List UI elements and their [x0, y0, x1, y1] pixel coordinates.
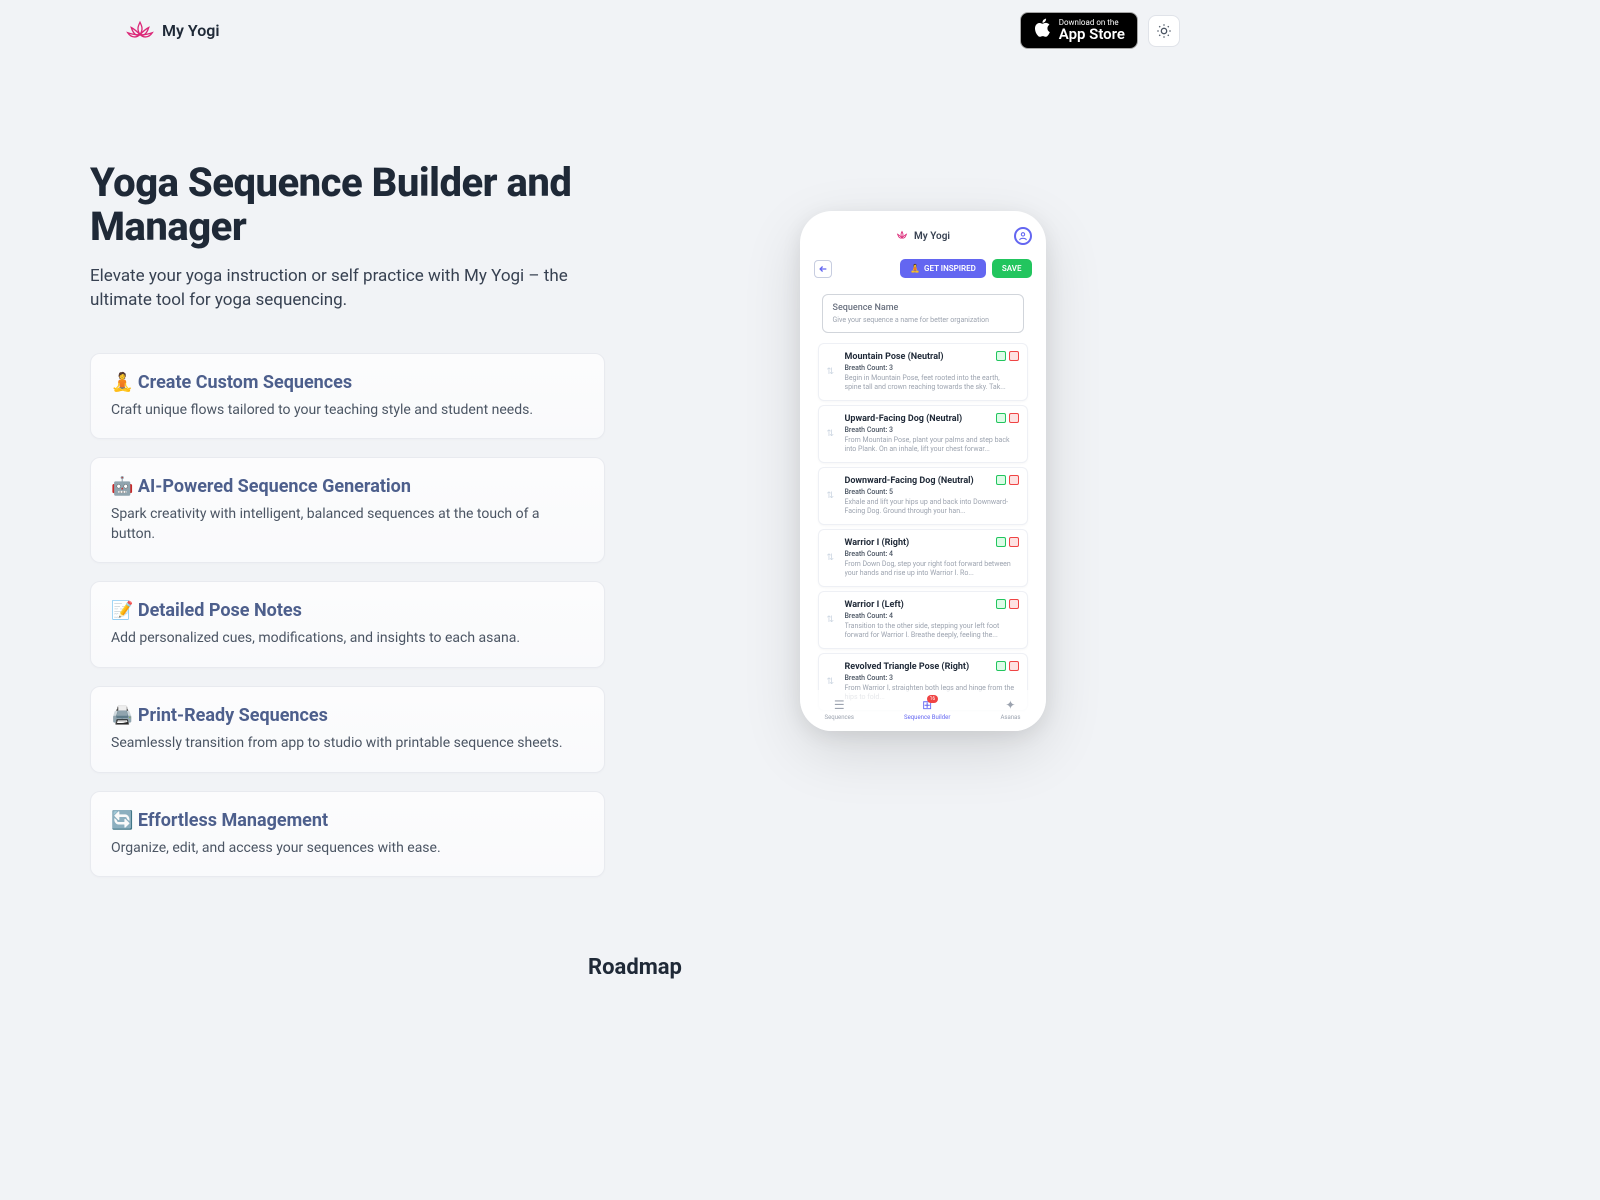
pose-desc: From Down Dog, step your right foot forw… — [845, 560, 1017, 578]
delete-icon[interactable] — [1009, 599, 1019, 609]
hero-subtitle: Elevate your yoga instruction or self pr… — [90, 265, 605, 313]
builder-icon: ⊞16 — [922, 698, 932, 712]
drag-handle-icon[interactable]: ⇅ — [827, 615, 835, 625]
pose-card[interactable]: ⇅ Warrior I (Left) Breath Count: 4 Trans… — [818, 591, 1028, 649]
list-icon: ☰ — [834, 698, 845, 712]
hero-title: Yoga Sequence Builder and Manager — [90, 161, 605, 249]
apple-icon — [1033, 18, 1051, 43]
get-inspired-button[interactable]: 🧘 GET INSPIRED — [900, 259, 986, 278]
pose-breath: Breath Count: 3 — [845, 674, 1017, 682]
nav-label: Sequences — [825, 714, 854, 721]
note-icon[interactable] — [996, 599, 1006, 609]
nav-sequences[interactable]: ☰ Sequences — [825, 698, 854, 721]
pose-name: Warrior I (Right) — [845, 538, 1017, 548]
drag-handle-icon[interactable]: ⇅ — [827, 553, 835, 563]
delete-icon[interactable] — [1009, 413, 1019, 423]
pose-card[interactable]: ⇅ Upward-Facing Dog (Neutral) Breath Cou… — [818, 405, 1028, 463]
nav-badge: 16 — [927, 695, 939, 703]
feature-desc: Craft unique flows tailored to your teac… — [111, 401, 584, 421]
pose-breath: Breath Count: 4 — [845, 550, 1017, 558]
app-store-large-text: App Store — [1059, 27, 1125, 42]
pose-desc: Begin in Mountain Pose, feet rooted into… — [845, 374, 1017, 392]
pose-card[interactable]: ⇅ Warrior I (Right) Breath Count: 4 From… — [818, 529, 1028, 587]
brand-name: My Yogi — [162, 21, 220, 40]
pose-breath: Breath Count: 4 — [845, 612, 1017, 620]
theme-toggle-button[interactable] — [1148, 15, 1180, 47]
drag-handle-icon[interactable]: ⇅ — [827, 367, 835, 377]
feature-card-ai: 🤖 AI-Powered Sequence Generation Spark c… — [90, 457, 605, 563]
feature-card-manage: 🔄 Effortless Management Organize, edit, … — [90, 791, 605, 878]
meditation-icon: 🧘 — [910, 264, 920, 273]
note-icon[interactable] — [996, 351, 1006, 361]
phone-brand: My Yogi — [914, 231, 950, 242]
feature-title: 🤖 AI-Powered Sequence Generation — [111, 476, 584, 497]
feature-title: 🖨️ Print-Ready Sequences — [111, 705, 584, 726]
arrow-left-icon — [818, 264, 828, 274]
pose-desc: From Mountain Pose, plant your palms and… — [845, 436, 1017, 454]
pose-card[interactable]: ⇅ Downward-Facing Dog (Neutral) Breath C… — [818, 467, 1028, 525]
phone-logo: My Yogi — [895, 229, 950, 243]
save-button[interactable]: SAVE — [992, 259, 1032, 278]
input-label: Sequence Name — [833, 303, 1013, 313]
drag-handle-icon[interactable]: ⇅ — [827, 491, 835, 501]
phone-mockup: My Yogi 🧘 — [800, 211, 1046, 731]
input-placeholder: Give your sequence a name for better org… — [833, 316, 1013, 324]
pose-name: Upward-Facing Dog (Neutral) — [845, 414, 1017, 424]
feature-title: 📝 Detailed Pose Notes — [111, 600, 584, 621]
delete-icon[interactable] — [1009, 475, 1019, 485]
feature-card-print: 🖨️ Print-Ready Sequences Seamlessly tran… — [90, 686, 605, 773]
nav-label: Asanas — [1000, 714, 1020, 721]
app-store-button[interactable]: Download on the App Store — [1020, 12, 1138, 49]
pose-name: Warrior I (Left) — [845, 600, 1017, 610]
avatar-icon[interactable] — [1014, 227, 1032, 245]
feature-desc: Organize, edit, and access your sequence… — [111, 839, 584, 859]
pose-desc: Exhale and lift your hips up and back in… — [845, 498, 1017, 516]
note-icon[interactable] — [996, 475, 1006, 485]
pose-breath: Breath Count: 5 — [845, 488, 1017, 496]
pose-breath: Breath Count: 3 — [845, 364, 1017, 372]
pose-name: Mountain Pose (Neutral) — [845, 352, 1017, 362]
nav-asanas[interactable]: ✦ Asanas — [1000, 698, 1020, 721]
pose-card[interactable]: ⇅ Mountain Pose (Neutral) Breath Count: … — [818, 343, 1028, 401]
feature-card-notes: 📝 Detailed Pose Notes Add personalized c… — [90, 581, 605, 668]
drag-handle-icon[interactable]: ⇅ — [827, 677, 835, 687]
note-icon[interactable] — [996, 661, 1006, 671]
feature-card-custom: 🧘 Create Custom Sequences Craft unique f… — [90, 353, 605, 440]
note-icon[interactable] — [996, 537, 1006, 547]
phone-nav: ☰ Sequences ⊞16 Sequence Builder ✦ Asana… — [800, 690, 1046, 731]
pose-breath: Breath Count: 3 — [845, 426, 1017, 434]
note-icon[interactable] — [996, 413, 1006, 423]
delete-icon[interactable] — [1009, 351, 1019, 361]
back-button[interactable] — [814, 260, 832, 278]
feature-desc: Seamlessly transition from app to studio… — [111, 734, 584, 754]
feature-title: 🔄 Effortless Management — [111, 810, 584, 831]
logo[interactable]: My Yogi — [126, 17, 220, 45]
asana-icon: ✦ — [1005, 698, 1015, 712]
sun-icon — [1156, 23, 1172, 39]
pose-desc: Transition to the other side, stepping y… — [845, 622, 1017, 640]
save-label: SAVE — [1002, 264, 1022, 273]
sequence-name-input[interactable]: Sequence Name Give your sequence a name … — [822, 294, 1024, 333]
drag-handle-icon[interactable]: ⇅ — [827, 429, 835, 439]
delete-icon[interactable] — [1009, 661, 1019, 671]
lotus-icon — [126, 17, 154, 45]
feature-desc: Add personalized cues, modifications, an… — [111, 629, 584, 649]
feature-desc: Spark creativity with intelligent, balan… — [111, 505, 584, 544]
lotus-icon — [895, 229, 909, 243]
delete-icon[interactable] — [1009, 537, 1019, 547]
roadmap-title: Roadmap — [0, 955, 1270, 980]
get-inspired-label: GET INSPIRED — [924, 264, 976, 273]
nav-builder[interactable]: ⊞16 Sequence Builder — [904, 698, 950, 721]
pose-name: Downward-Facing Dog (Neutral) — [845, 476, 1017, 486]
pose-name: Revolved Triangle Pose (Right) — [845, 662, 1017, 672]
pose-list: ⇅ Mountain Pose (Neutral) Breath Count: … — [810, 343, 1036, 721]
feature-title: 🧘 Create Custom Sequences — [111, 372, 584, 393]
nav-label: Sequence Builder — [904, 714, 950, 721]
